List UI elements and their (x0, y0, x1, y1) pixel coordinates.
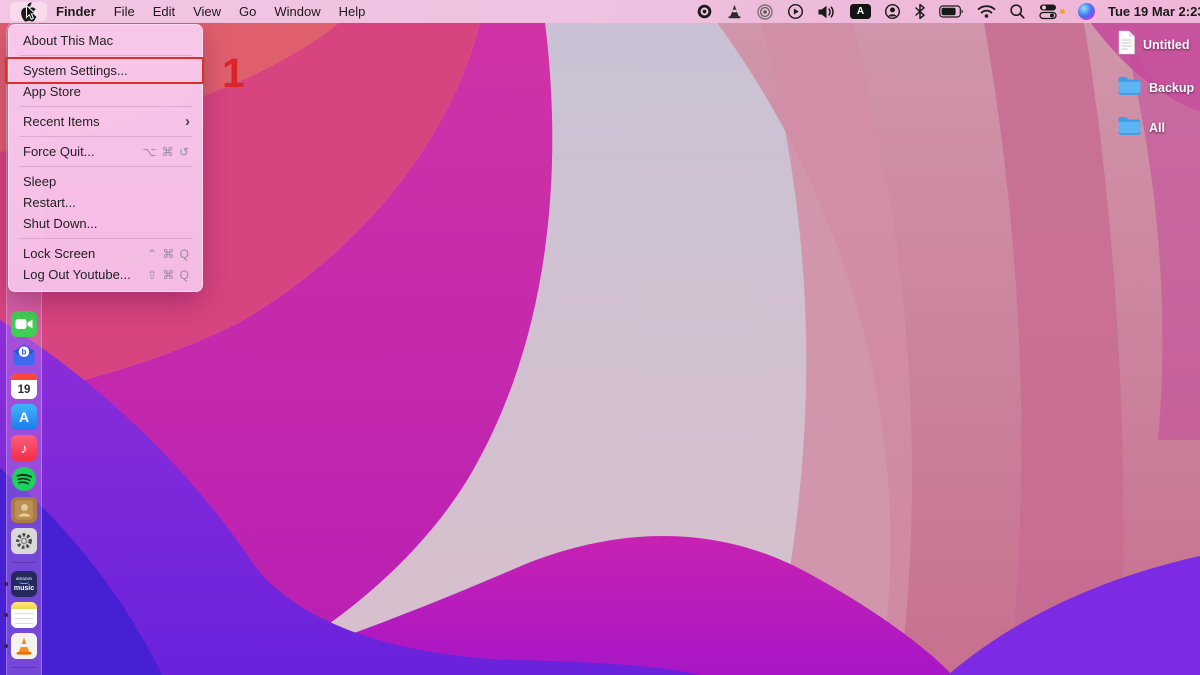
menu-item-label: About This Mac (23, 33, 190, 48)
running-indicator-dot (4, 644, 8, 648)
apple-menu-item-restart[interactable]: Restart... (9, 192, 202, 213)
desktop-icon-label: Untitled (1143, 38, 1190, 52)
menu-item-shortcut: ⇧ ⌘ Q (147, 268, 190, 282)
bluetooth-icon[interactable] (914, 3, 926, 21)
menu-bar-item-file[interactable]: File (105, 4, 144, 19)
siri-icon[interactable] (1078, 3, 1095, 21)
svg-text:b: b (22, 348, 27, 357)
apple-menu-item-sleep[interactable]: Sleep (9, 171, 202, 192)
dock-item-contacts[interactable] (11, 497, 37, 523)
menu-item-shortcut: ⌥ ⌘ ↺ (142, 145, 190, 159)
submenu-chevron-icon: › (185, 114, 190, 129)
desktop-icon-all[interactable]: All (1117, 115, 1194, 140)
record-indicator-icon[interactable] (696, 3, 713, 21)
menu-bar-item-edit[interactable]: Edit (144, 4, 184, 19)
search-icon[interactable] (1009, 3, 1026, 21)
vlc-icon[interactable] (726, 3, 743, 21)
dock-item-notes[interactable] (11, 602, 37, 628)
battery-icon[interactable] (939, 3, 964, 21)
menu-item-label: App Store (23, 84, 190, 99)
running-indicator-dot (4, 582, 8, 586)
apple-menu-panel: About This Mac System Settings... App Stor… (8, 24, 203, 292)
menu-item-label: Log Out Youtube... (23, 267, 147, 282)
menu-bar-status-area: A Tue 19 Mar 2:23 (696, 0, 1200, 23)
desktop-icon-label: Backup (1149, 81, 1194, 95)
notification-dot (1060, 9, 1065, 14)
menu-bar-item-view[interactable]: View (184, 4, 230, 19)
menu-separator (19, 55, 192, 56)
desktop-root: b 19 A ♪ amazonmusic Untitled Backup All Finde… (0, 0, 1200, 675)
apple-menu-item-lock-screen[interactable]: Lock Screen⌃ ⌘ Q (9, 243, 202, 264)
menu-item-label: Lock Screen (23, 246, 147, 261)
menu-bar-menus: FinderFileEditViewGoWindowHelp (47, 4, 374, 19)
dock-item-spotify[interactable] (11, 466, 37, 492)
dock-item-apple-music[interactable]: ♪ (11, 435, 37, 461)
dock-item-system-settings[interactable] (11, 528, 37, 554)
apple-menu-item-force-quit[interactable]: Force Quit...⌥ ⌘ ↺ (9, 141, 202, 162)
menu-bar-item-help[interactable]: Help (330, 4, 375, 19)
menu-bar-item-finder[interactable]: Finder (47, 4, 105, 19)
annotation-step-number: 1 (222, 50, 245, 97)
menu-item-label: Sleep (23, 174, 190, 189)
apple-logo-icon (20, 2, 37, 22)
document-icon (1117, 30, 1136, 60)
hotspot-icon[interactable] (756, 3, 774, 21)
play-icon[interactable] (787, 3, 804, 21)
dock-separator (12, 562, 36, 563)
dock-item-amazon-music[interactable]: amazonmusic (11, 571, 37, 597)
menu-bar-clock[interactable]: Tue 19 Mar 2:23 (1108, 4, 1200, 19)
apple-menu-button[interactable] (10, 2, 47, 21)
dock-item-facetime[interactable] (11, 311, 37, 337)
menu-separator (19, 136, 192, 137)
menu-item-label: Recent Items (23, 114, 185, 129)
menu-bar-item-window[interactable]: Window (265, 4, 329, 19)
apple-menu-item-shut-down[interactable]: Shut Down... (9, 213, 202, 234)
desktop-icon-backup[interactable]: Backup (1117, 75, 1194, 100)
apple-menu-item-system-settings[interactable]: System Settings... (9, 60, 202, 81)
apple-menu-item-about-this-mac[interactable]: About This Mac (9, 30, 202, 51)
menu-separator (19, 238, 192, 239)
folder-icon (1117, 115, 1142, 140)
menu-separator (19, 166, 192, 167)
control-center-icon[interactable] (1039, 3, 1065, 21)
dock-separator (12, 667, 36, 668)
dock-item-vlc[interactable] (11, 633, 37, 659)
menu-item-label: Restart... (23, 195, 190, 210)
folder-icon (1117, 75, 1142, 100)
dock-item-bluemail[interactable]: b (11, 342, 37, 368)
menu-bar: FinderFileEditViewGoWindowHelp A Tue 19 M… (0, 0, 1200, 23)
menu-item-label: Shut Down... (23, 216, 190, 231)
desktop-icon-label: All (1149, 121, 1165, 135)
menu-item-label: Force Quit... (23, 144, 142, 159)
menu-item-shortcut: ⌃ ⌘ Q (147, 247, 190, 261)
dock-item-calendar[interactable]: 19 (11, 373, 37, 399)
menu-bar-item-go[interactable]: Go (230, 4, 265, 19)
menu-separator (19, 106, 192, 107)
wifi-icon[interactable] (977, 3, 996, 21)
dock-item-app-store[interactable]: A (11, 404, 37, 430)
apple-menu-item-app-store[interactable]: App Store (9, 81, 202, 102)
account-icon[interactable] (884, 3, 901, 21)
apple-menu-item-log-out-youtube[interactable]: Log Out Youtube...⇧ ⌘ Q (9, 264, 202, 285)
running-indicator-dot (4, 613, 8, 617)
input-source-icon[interactable]: A (850, 3, 871, 21)
apple-menu-item-recent-items[interactable]: Recent Items› (9, 111, 202, 132)
input-source-badge: A (850, 4, 871, 19)
volume-icon[interactable] (817, 3, 837, 21)
desktop-icon-untitled[interactable]: Untitled (1117, 30, 1194, 60)
menu-item-label: System Settings... (23, 63, 190, 78)
desktop-icon-group: Untitled Backup All (1117, 30, 1194, 140)
